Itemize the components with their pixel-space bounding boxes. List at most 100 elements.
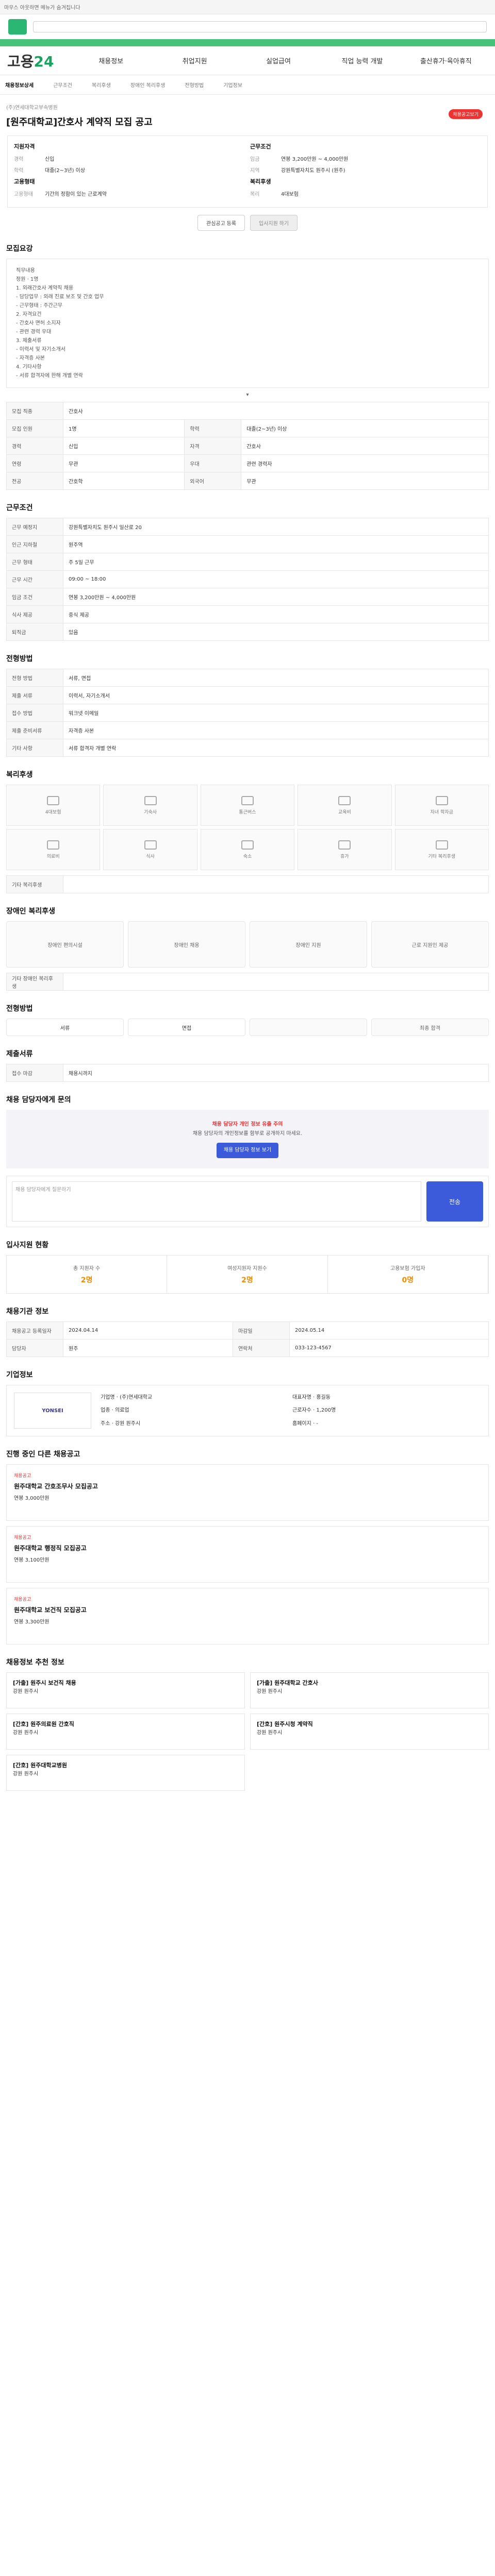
- tab[interactable]: 장애인 복리후생: [130, 81, 166, 89]
- job-detail: 연봉 3,000만원: [14, 1496, 50, 1501]
- warning-text: 채용 담당자의 개인정보를 함부로 공개하지 마세요.: [192, 1131, 303, 1137]
- field-value: 강원 원주시: [114, 1420, 141, 1427]
- section-company: 기업정보 YONSEI 기업명 · (주)연세대학교 대표자명 · 홍길동 업종…: [0, 1369, 495, 1436]
- job-title[interactable]: 원주대학교 행정직 모집공고: [14, 1544, 87, 1552]
- tab[interactable]: 복리후생: [92, 81, 111, 89]
- cell: 모집 인원: [6, 419, 63, 437]
- cell: 학력: [184, 419, 242, 437]
- job-card[interactable]: 채용공고 원주대학교 행정직 모집공고 연봉 3,100만원: [6, 1526, 489, 1583]
- job-title[interactable]: 원주대학교 간호조무사 모집공고: [14, 1482, 98, 1490]
- summary-key: 경력: [14, 157, 24, 162]
- summary-title: 복리후생: [250, 178, 271, 185]
- send-button[interactable]: 전송: [426, 1181, 483, 1222]
- nav-item[interactable]: 취업지원: [153, 56, 236, 65]
- rec-title[interactable]: [가출] 원주시 보건직 채용: [13, 1680, 76, 1686]
- section-recs: 채용정보 추천 정보 [가출] 원주시 보건직 채용 강원 원주시 [가출] 원주…: [0, 1657, 495, 1791]
- cell: 전공: [6, 472, 63, 490]
- rec-card[interactable]: [가출] 원주대학교 간호사강원 원주시: [250, 1672, 489, 1708]
- scrap-button[interactable]: 관심공고 등록: [197, 215, 245, 231]
- disability-item: 장애인 채용: [128, 921, 245, 968]
- rec-card[interactable]: [간호] 원주대학교병원강원 원주시: [6, 1755, 245, 1791]
- cell: [63, 973, 489, 991]
- welfare-item: 4대보험: [6, 785, 101, 826]
- job-card[interactable]: 채용공고 원주대학교 간호조무사 모집공고 연봉 3,000만원: [6, 1464, 489, 1521]
- company-field: 대표자명 · 홍길동: [292, 1395, 331, 1400]
- nav-logo[interactable]: 고용24: [7, 50, 69, 71]
- cell: 무관: [241, 472, 489, 490]
- nav-item[interactable]: 출산휴가·육아휴직: [404, 56, 488, 65]
- job-tag: 채용공고: [14, 1597, 31, 1602]
- cell: [63, 875, 489, 893]
- tab[interactable]: 전형방법: [185, 81, 204, 89]
- cell: 우대: [184, 454, 242, 472]
- logo-icon[interactable]: [8, 19, 27, 35]
- tab[interactable]: 근무조건: [53, 81, 72, 89]
- stat-value: 2명: [241, 1276, 253, 1284]
- tab[interactable]: 채용정보상세: [5, 81, 34, 89]
- company-name: (주)연세대학교부속병원: [6, 105, 58, 111]
- job-card[interactable]: 채용공고 원주대학교 보건직 모집공고 연봉 3,300만원: [6, 1588, 489, 1645]
- cell: 09:00 ~ 18:00: [63, 570, 489, 588]
- rec-card[interactable]: [간호] 원주의료원 간호직 강원 원주시: [6, 1714, 245, 1750]
- section-heading: 모집요강: [6, 245, 33, 253]
- cell: 모집 직종: [6, 402, 63, 420]
- docs-table: 접수 마감 채용시까지: [6, 1064, 489, 1082]
- stat-label: 총 지원자 수: [73, 1266, 101, 1272]
- apply-button[interactable]: 입사지원 하기: [250, 215, 298, 231]
- section-process: 전형방법 서류 면접 최종 합격: [0, 1003, 495, 1036]
- nav-item[interactable]: 채용정보: [69, 56, 153, 65]
- rec-card[interactable]: [간호] 원주시청 계약직 강원 원주시: [250, 1714, 489, 1750]
- cell: 외국어: [184, 472, 242, 490]
- field-value: 홍길동: [316, 1395, 331, 1400]
- summary-value: 기간의 정함이 있는 근로계약: [45, 192, 107, 197]
- cell: 채용공고 등록일자: [6, 1321, 63, 1340]
- view-badge[interactable]: 채용공고보기: [449, 109, 483, 119]
- cell: 근무 형태: [6, 553, 63, 571]
- cell: 간호사: [63, 402, 489, 420]
- summary-key: 복리: [250, 192, 260, 197]
- company-field: 업종 · 의료업: [101, 1408, 129, 1414]
- rec-sub: 강원 원주시: [257, 1689, 283, 1694]
- more-toggle[interactable]: ▾: [6, 392, 489, 398]
- stat: 여성지원자 지원수 2명: [167, 1256, 328, 1293]
- menu-search-input[interactable]: [33, 21, 487, 32]
- benefit-icon: [338, 795, 351, 805]
- show-contact-button[interactable]: 채용 담당자 정보 보기: [216, 1143, 279, 1158]
- rec-title[interactable]: [가출] 원주대학교 간호사: [257, 1680, 318, 1686]
- tab[interactable]: 기업정보: [223, 81, 242, 89]
- rec-sub: 강원 원주시: [13, 1771, 39, 1777]
- cell: 1명: [62, 419, 185, 437]
- rec-title[interactable]: [간호] 원주시청 계약직: [257, 1721, 313, 1727]
- welfare-label: 기타 복리후생: [428, 854, 456, 859]
- job-title[interactable]: 원주대학교 보건직 모집공고: [14, 1605, 87, 1614]
- summary-key: 임금: [250, 157, 260, 162]
- summary-title: 근무조건: [250, 143, 271, 150]
- summary-value: 신입: [45, 157, 55, 162]
- nav-item[interactable]: 실업급여: [237, 56, 320, 65]
- rec-sub: 강원 원주시: [13, 1689, 39, 1694]
- benefit-icon: [435, 840, 448, 850]
- welfare-item: 숙소: [200, 829, 295, 870]
- disability-item: 장애인 편의시설: [6, 921, 124, 968]
- welfare-item: 기타 복리후생: [394, 829, 489, 870]
- cell: 기타 복리후생: [6, 875, 63, 893]
- question-input[interactable]: 채용 담당자에게 질문하기: [12, 1181, 421, 1222]
- cell: 주 5일 근무: [63, 553, 489, 571]
- welfare-item: 자녀 학자금: [394, 785, 489, 826]
- field-key: 업종: [101, 1408, 110, 1414]
- cell: 원주: [63, 1339, 233, 1357]
- section-heading: 제출서류: [6, 1050, 33, 1058]
- rec-title[interactable]: [간호] 원주의료원 간호직: [13, 1721, 74, 1727]
- rec-title[interactable]: [간호] 원주대학교병원: [13, 1762, 67, 1769]
- nav-item[interactable]: 직업 능력 개발: [320, 56, 404, 65]
- recs-grid: [가출] 원주시 보건직 채용강원 원주시 [가출] 원주대학교 간호사강원 원…: [6, 1672, 489, 1791]
- summary-key: 고용형태: [14, 192, 33, 197]
- rec-card[interactable]: [가출] 원주시 보건직 채용강원 원주시: [6, 1672, 245, 1708]
- process-step: [250, 1019, 367, 1036]
- field-value: -: [316, 1420, 318, 1427]
- main-nav: 고용24 채용정보 취업지원 실업급여 직업 능력 개발 출산휴가·육아휴직: [0, 46, 495, 75]
- benefit-icon: [144, 795, 157, 805]
- cell: 워크넷 이메일: [63, 704, 489, 722]
- welfare-item: 의료비: [6, 829, 101, 870]
- cell: 마감일: [232, 1321, 290, 1340]
